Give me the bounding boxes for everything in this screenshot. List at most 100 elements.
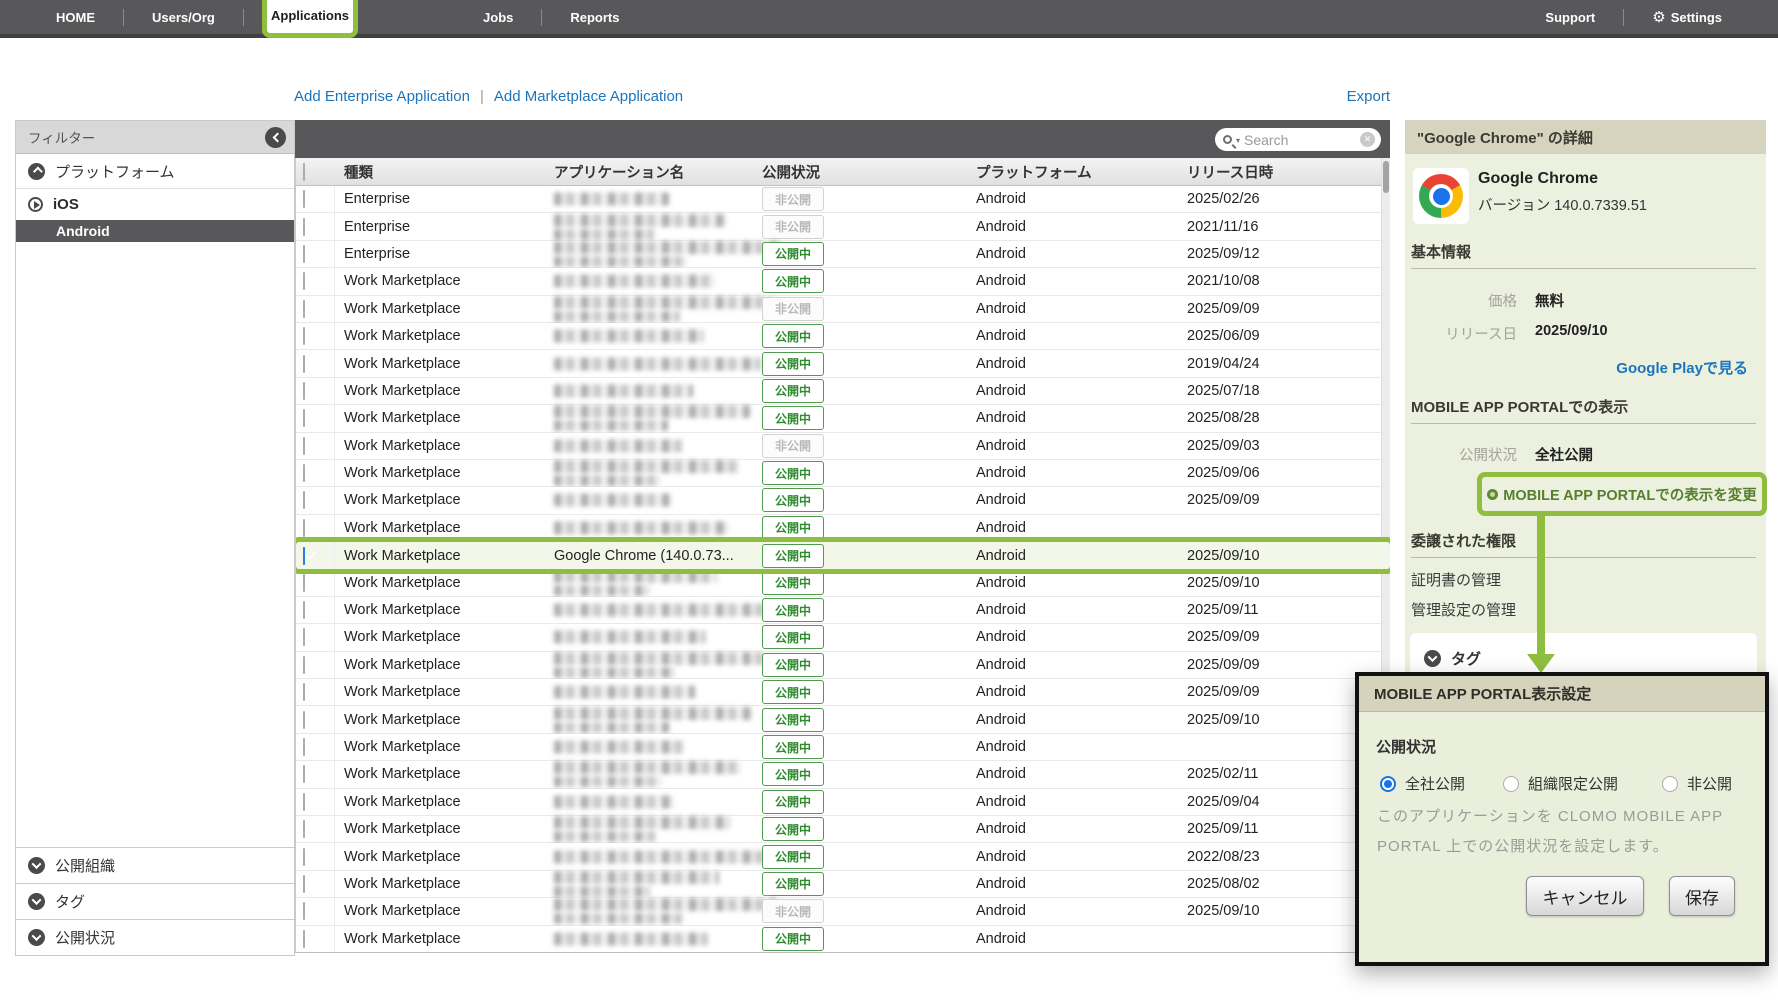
search-input[interactable] bbox=[1244, 132, 1360, 148]
row-checkbox[interactable] bbox=[303, 656, 305, 674]
row-platform: Android bbox=[976, 766, 1026, 782]
change-portal-visibility-link[interactable]: MOBILE APP PORTALでの表示を変更 bbox=[1503, 484, 1757, 505]
row-checkbox[interactable] bbox=[303, 765, 305, 783]
row-checkbox[interactable] bbox=[303, 327, 305, 345]
nav-item-users-org[interactable]: Users/Org bbox=[124, 10, 243, 25]
column-header-status[interactable]: 公開状況 bbox=[762, 161, 820, 182]
column-header-app-name[interactable]: アプリケーション名 bbox=[554, 161, 684, 182]
table-row[interactable]: Work Marketplace公開中Android2019/04/24 bbox=[296, 350, 1390, 377]
row-checkbox[interactable] bbox=[303, 930, 305, 948]
column-header-platform[interactable]: プラットフォーム bbox=[976, 161, 1092, 182]
radio-selected[interactable] bbox=[1380, 776, 1396, 792]
nav-item-jobs[interactable]: Jobs bbox=[455, 10, 541, 25]
nav-item-home[interactable]: HOME bbox=[28, 10, 123, 25]
row-checkbox[interactable] bbox=[303, 547, 305, 565]
row-checkbox[interactable] bbox=[303, 711, 305, 729]
row-checkbox[interactable] bbox=[303, 601, 305, 619]
column-header-type[interactable]: 種類 bbox=[344, 161, 373, 182]
row-checkbox[interactable] bbox=[303, 902, 305, 920]
row-checkbox[interactable] bbox=[303, 437, 305, 455]
table-row[interactable]: Work Marketplace非公開Android2025/09/10 bbox=[296, 898, 1390, 925]
row-checkbox[interactable] bbox=[303, 848, 305, 866]
table-row[interactable]: Work Marketplace非公開Android2025/09/03 bbox=[296, 433, 1390, 460]
radio-unselected[interactable] bbox=[1662, 776, 1678, 792]
sidebar-group[interactable]: 公開組織 bbox=[16, 847, 294, 883]
table-row[interactable]: Enterprise公開中Android2025/09/12 bbox=[296, 241, 1390, 268]
table-row-selected[interactable]: Work MarketplaceGoogle Chrome (140.0.73.… bbox=[296, 542, 1390, 569]
column-header-release-date[interactable]: リリース日時 bbox=[1187, 161, 1273, 182]
table-row[interactable]: Work Marketplace公開中Android2025/09/10 bbox=[296, 706, 1390, 733]
select-all-checkbox[interactable] bbox=[303, 163, 305, 181]
row-checkbox[interactable] bbox=[303, 491, 305, 509]
clear-search-icon[interactable]: ✕ bbox=[1360, 132, 1375, 147]
row-checkbox[interactable] bbox=[303, 409, 305, 427]
sidebar-item-ios[interactable]: iOS bbox=[16, 189, 294, 220]
save-button[interactable]: 保存 bbox=[1669, 876, 1735, 916]
radio-unselected[interactable] bbox=[1503, 776, 1519, 792]
table-row[interactable]: Work Marketplace公開中Android2025/09/09 bbox=[296, 652, 1390, 679]
table-row[interactable]: Work Marketplace公開中Android2025/06/09 bbox=[296, 323, 1390, 350]
cancel-button[interactable]: キャンセル bbox=[1526, 876, 1644, 916]
row-checkbox[interactable] bbox=[303, 683, 305, 701]
nav-item-support[interactable]: Support bbox=[1517, 10, 1623, 25]
table-row[interactable]: Work Marketplace公開中Android2025/08/28 bbox=[296, 405, 1390, 432]
table-row[interactable]: Work Marketplace公開中Android2025/02/11 bbox=[296, 761, 1390, 788]
nav-item-reports[interactable]: Reports bbox=[542, 10, 647, 25]
table-row[interactable]: Work Marketplace公開中Android2025/09/09 bbox=[296, 679, 1390, 706]
redacted-app-name bbox=[554, 686, 695, 699]
table-row[interactable]: Work Marketplace公開中Android2025/07/18 bbox=[296, 378, 1390, 405]
table-row[interactable]: Work Marketplace公開中Android bbox=[296, 515, 1390, 542]
row-checkbox[interactable] bbox=[303, 738, 305, 756]
collapse-sidebar-button[interactable] bbox=[265, 127, 286, 148]
row-checkbox[interactable] bbox=[303, 464, 305, 482]
visibility-option[interactable]: 全社公開 bbox=[1380, 773, 1465, 794]
table-row[interactable]: Work Marketplace公開中Android bbox=[296, 926, 1390, 952]
table-row[interactable]: Work Marketplace公開中Android2025/08/02 bbox=[296, 871, 1390, 898]
visibility-option[interactable]: 組織限定公開 bbox=[1503, 773, 1618, 794]
row-checkbox[interactable] bbox=[303, 628, 305, 646]
table-row[interactable]: Work Marketplace公開中Android2025/09/10 bbox=[296, 569, 1390, 596]
sidebar-group[interactable]: 公開状況 bbox=[16, 919, 294, 955]
table-row[interactable]: Work Marketplace公開中Android2025/09/06 bbox=[296, 460, 1390, 487]
portal-status-label: 公開状況 bbox=[1405, 444, 1517, 465]
nav-tab-applications[interactable]: Applications bbox=[262, 0, 358, 38]
sidebar-group-platform[interactable]: プラットフォーム bbox=[16, 154, 294, 189]
row-checkbox[interactable] bbox=[303, 218, 305, 236]
table-row[interactable]: Work Marketplace公開中Android2025/09/11 bbox=[296, 597, 1390, 624]
scrollbar-thumb[interactable] bbox=[1383, 161, 1389, 193]
row-checkbox[interactable] bbox=[303, 300, 305, 318]
table-row[interactable]: Work Marketplace公開中Android2021/10/08 bbox=[296, 268, 1390, 295]
add-marketplace-application-link[interactable]: Add Marketplace Application bbox=[494, 88, 683, 105]
status-badge: 公開中 bbox=[762, 488, 824, 512]
row-checkbox[interactable] bbox=[303, 820, 305, 838]
row-checkbox[interactable] bbox=[303, 574, 305, 592]
export-link[interactable]: Export bbox=[1347, 88, 1390, 105]
row-type: Work Marketplace bbox=[344, 821, 461, 837]
table-row[interactable]: Work Marketplace公開中Android2025/09/09 bbox=[296, 624, 1390, 651]
table-row[interactable]: Enterprise非公開Android2025/02/26 bbox=[296, 186, 1390, 213]
row-checkbox[interactable] bbox=[303, 272, 305, 290]
table-row[interactable]: Enterprise非公開Android2021/11/16 bbox=[296, 213, 1390, 240]
google-play-link[interactable]: Google Playで見る bbox=[1616, 357, 1748, 378]
row-checkbox[interactable] bbox=[303, 190, 305, 208]
table-row[interactable]: Work Marketplace公開中Android2022/08/23 bbox=[296, 843, 1390, 870]
table-row[interactable]: Work Marketplace公開中Android bbox=[296, 734, 1390, 761]
table-row[interactable]: Work Marketplace公開中Android2025/09/11 bbox=[296, 816, 1390, 843]
managed-config-link[interactable]: 管理設定の管理 bbox=[1411, 599, 1516, 620]
sidebar-item-android[interactable]: Android bbox=[16, 220, 294, 242]
add-enterprise-application-link[interactable]: Add Enterprise Application bbox=[294, 88, 470, 105]
certificate-management-link[interactable]: 証明書の管理 bbox=[1411, 569, 1501, 590]
row-checkbox[interactable] bbox=[303, 245, 305, 263]
nav-item-settings[interactable]: ⚙Settings bbox=[1624, 10, 1750, 25]
row-checkbox[interactable] bbox=[303, 382, 305, 400]
row-checkbox[interactable] bbox=[303, 519, 305, 537]
row-checkbox[interactable] bbox=[303, 355, 305, 373]
table-row[interactable]: Work Marketplace公開中Android2025/09/04 bbox=[296, 789, 1390, 816]
table-row[interactable]: Work Marketplace公開中Android2025/09/09 bbox=[296, 487, 1390, 514]
visibility-option[interactable]: 非公開 bbox=[1662, 773, 1732, 794]
row-checkbox[interactable] bbox=[303, 875, 305, 893]
search-filter-arrow-icon[interactable]: ▾ bbox=[1236, 136, 1240, 145]
sidebar-group[interactable]: タグ bbox=[16, 883, 294, 919]
table-row[interactable]: Work Marketplace非公開Android2025/09/09 bbox=[296, 296, 1390, 323]
row-checkbox[interactable] bbox=[303, 793, 305, 811]
